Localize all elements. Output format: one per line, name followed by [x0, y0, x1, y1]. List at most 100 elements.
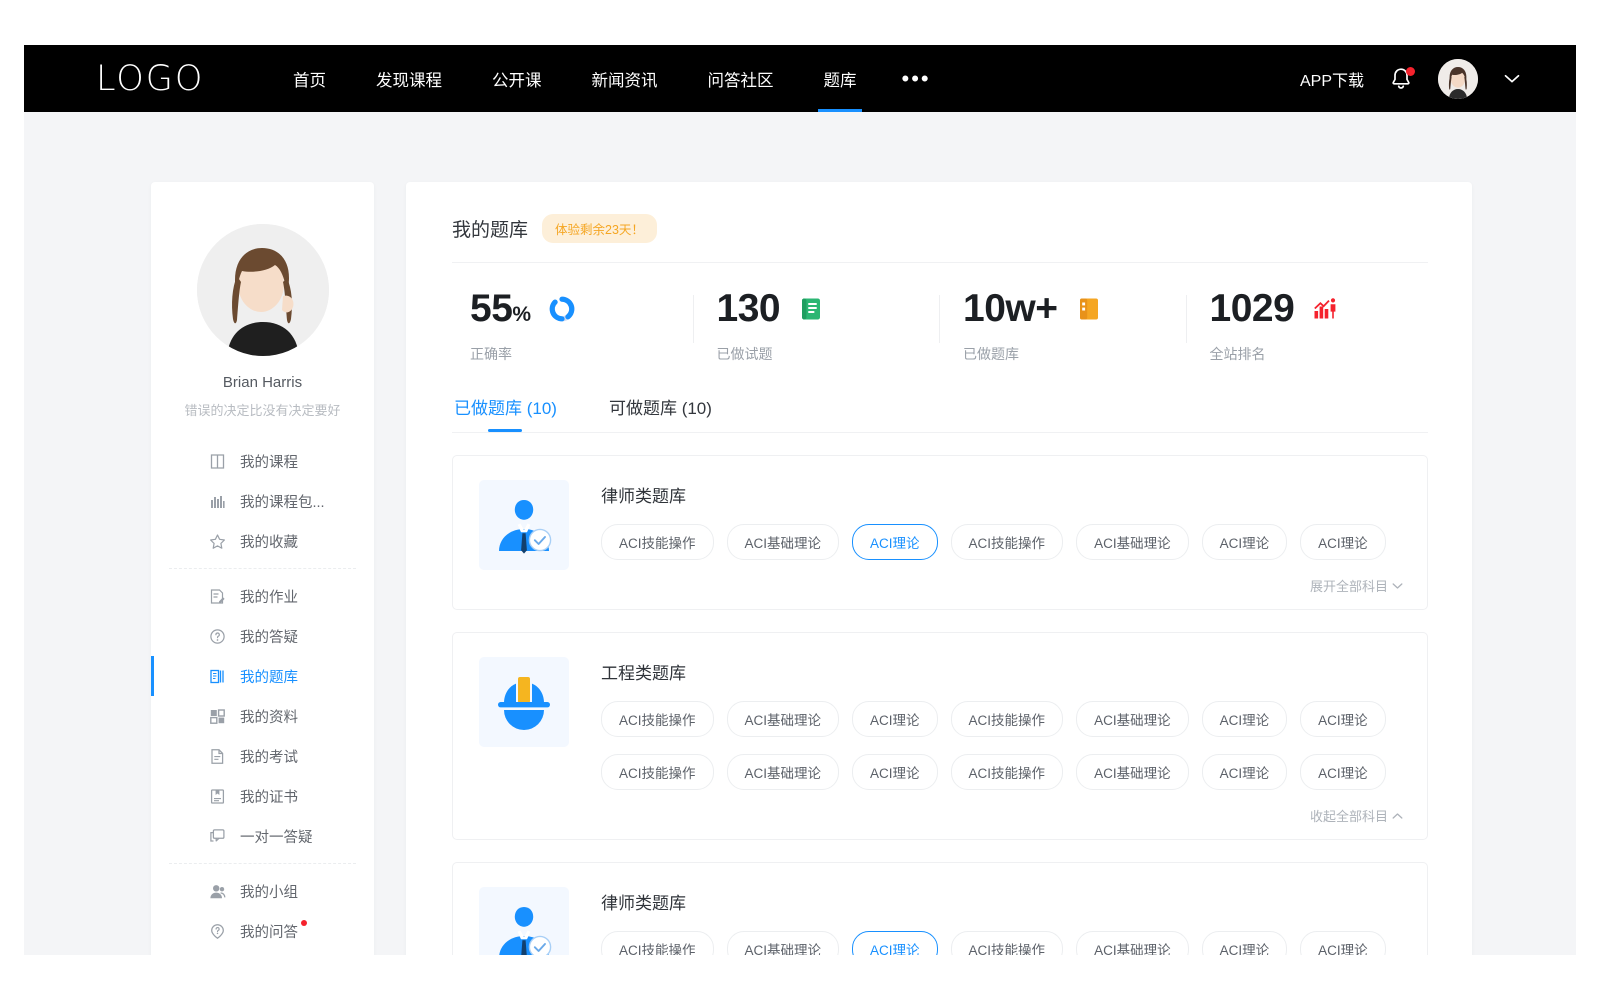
subject-tag[interactable]: ACI基础理论: [727, 524, 840, 560]
stat-label: 已做题库: [963, 344, 1186, 364]
sidebar-item-5[interactable]: 我的答疑: [151, 616, 374, 656]
body-area: Brian Harris 错误的决定比没有决定要好 我的课程我的课程包...我的…: [24, 112, 1576, 955]
qbank-title: 工程类题库: [601, 659, 1403, 684]
subject-tag[interactable]: ACI理论: [1202, 524, 1288, 560]
subject-tag[interactable]: ACI技能操作: [601, 701, 714, 737]
app-page: LOGO 首页 发现课程 公开课新闻资讯问答社区题库••• APP下载: [24, 45, 1576, 955]
profile-block: Brian Harris 错误的决定比没有决定要好: [151, 182, 374, 419]
sidebar-item-label: 我的题库: [240, 666, 298, 687]
qbank-thumbnail: [479, 887, 569, 955]
subject-tag[interactable]: ACI技能操作: [951, 524, 1064, 560]
stat-label: 正确率: [470, 344, 693, 364]
subject-tag[interactable]: ACI理论: [852, 524, 938, 560]
sidebar-item-7[interactable]: 我的资料: [151, 696, 374, 736]
notification-badge-dot: [1406, 67, 1415, 76]
profile-avatar[interactable]: [197, 224, 329, 356]
qbank-card[interactable]: 工程类题库 ACI技能操作 ACI基础理论 ACI理论 ACI技能操作 ACI基础理论 AC…: [452, 632, 1428, 840]
sidebar-item-13[interactable]: 我的笔记: [151, 951, 374, 955]
nav-item-1[interactable]: 首页: [268, 45, 351, 112]
subject-tag[interactable]: ACI技能操作: [601, 754, 714, 790]
tab-2[interactable]: 可做题库 (10): [609, 394, 712, 432]
profile-motto: 错误的决定比没有决定要好: [151, 400, 374, 419]
donut-chart-icon: [549, 296, 575, 322]
qbank-thumbnail: [479, 480, 569, 570]
subject-tag[interactable]: ACI技能操作: [601, 931, 714, 955]
subject-tag[interactable]: ACI技能操作: [951, 754, 1064, 790]
green-book-icon: [798, 296, 824, 322]
chevron-down-icon[interactable]: [1504, 74, 1520, 84]
nav-item-3[interactable]: 公开课: [467, 45, 567, 112]
subject-tag[interactable]: ACI理论: [1202, 701, 1288, 737]
subject-tag[interactable]: ACI理论: [852, 931, 938, 955]
subject-tag[interactable]: ACI理论: [1300, 931, 1386, 955]
rank-chart-icon: [1312, 296, 1338, 322]
lawyer-verified-icon: [491, 899, 557, 955]
sidebar-item-10[interactable]: 一对一答疑: [151, 816, 374, 856]
trial-status-badge: 体验剩余23天！: [542, 214, 657, 243]
stat-label: 全站排名: [1210, 344, 1433, 364]
sidebar-menu: 我的课程我的课程包...我的收藏我的作业我的答疑我的题库我的资料我的考试我的证书…: [151, 441, 374, 955]
sidebar-item-4[interactable]: 我的作业: [151, 576, 374, 616]
sidebar-item-12[interactable]: 我的问答: [151, 911, 374, 951]
qbank-card-body: 律师类题库ACI技能操作ACI基础理论ACI理论ACI技能操作ACI基础理论AC…: [601, 887, 1403, 955]
sidebar-divider: [169, 863, 356, 864]
sidebar-item-9[interactable]: 我的证书: [151, 776, 374, 816]
tab-1[interactable]: 已做题库 (10): [454, 394, 557, 432]
chevron-down-icon: [1392, 582, 1403, 590]
nav-item-6[interactable]: 题库: [799, 45, 882, 112]
expand-subjects-button[interactable]: 展开全部科目: [601, 576, 1403, 595]
sidebar-item-11[interactable]: 我的小组: [151, 871, 374, 911]
stat-value-row: 1029: [1210, 289, 1433, 328]
qbank-thumbnail: [479, 657, 569, 747]
sidebar-item-1[interactable]: 我的课程: [151, 441, 374, 481]
sidebar-item-6[interactable]: 我的题库: [151, 656, 374, 696]
nav-item-2[interactable]: 发现课程: [351, 45, 467, 112]
subject-tag[interactable]: ACI理论: [852, 754, 938, 790]
subject-tag[interactable]: ACI技能操作: [951, 701, 1064, 737]
subject-tag[interactable]: ACI理论: [1300, 701, 1386, 737]
subject-tag[interactable]: ACI理论: [852, 701, 938, 737]
stat-card-4: 1029 全站排名: [1186, 289, 1433, 364]
top-header: LOGO 首页 发现课程 公开课新闻资讯问答社区题库••• APP下载: [24, 45, 1576, 112]
subject-tag[interactable]: ACI基础理论: [1076, 524, 1189, 560]
sidebar-item-8[interactable]: 我的考试: [151, 736, 374, 776]
chat-icon: [209, 828, 226, 845]
subject-tag[interactable]: ACI基础理论: [727, 701, 840, 737]
qbank-card[interactable]: 律师类题库ACI技能操作ACI基础理论ACI理论ACI技能操作ACI基础理论AC…: [452, 455, 1428, 610]
subject-tag[interactable]: ACI理论: [1202, 931, 1288, 955]
question-icon: [209, 628, 226, 645]
page-title: 我的题库: [452, 215, 528, 242]
avatar[interactable]: [1438, 59, 1478, 99]
subject-tag[interactable]: ACI基础理论: [1076, 701, 1189, 737]
subject-tag[interactable]: ACI基础理论: [727, 931, 840, 955]
nav-item-label: 发现课程: [376, 67, 442, 91]
notification-bell-button[interactable]: [1390, 67, 1412, 91]
site-logo[interactable]: LOGO: [96, 59, 204, 99]
subject-tag[interactable]: ACI理论: [1300, 524, 1386, 560]
nav-item-4[interactable]: 新闻资讯: [567, 45, 683, 112]
stat-value: 10w+: [963, 289, 1058, 328]
stat-value: 130: [717, 289, 781, 328]
subject-tag[interactable]: ACI基础理论: [1076, 931, 1189, 955]
qbank-card[interactable]: 律师类题库ACI技能操作ACI基础理论ACI理论ACI技能操作ACI基础理论AC…: [452, 862, 1428, 955]
subject-tag[interactable]: ACI基础理论: [727, 754, 840, 790]
nav-more-button[interactable]: •••: [882, 45, 951, 112]
orange-book-icon: [1076, 296, 1102, 322]
nav-item-5[interactable]: 问答社区: [683, 45, 799, 112]
subject-tag[interactable]: ACI理论: [1202, 754, 1288, 790]
subject-tag[interactable]: ACI理论: [1300, 754, 1386, 790]
subject-tag[interactable]: ACI基础理论: [1076, 754, 1189, 790]
orange-book-icon: [1076, 296, 1102, 322]
sidebar-item-label: 我的小组: [240, 881, 298, 902]
subject-tag[interactable]: ACI技能操作: [601, 524, 714, 560]
stat-card-1: 55%正确率: [446, 289, 693, 364]
hardhat-icon: [491, 669, 557, 735]
expand-subjects-button[interactable]: 收起全部科目: [601, 806, 1403, 825]
sidebar-item-3[interactable]: 我的收藏: [151, 521, 374, 561]
sidebar-item-2[interactable]: 我的课程包...: [151, 481, 374, 521]
profile-photo-icon: [197, 224, 329, 356]
subject-tag[interactable]: ACI技能操作: [951, 931, 1064, 955]
app-download-link[interactable]: APP下载: [1300, 67, 1364, 91]
expand-subjects-label: 展开全部科目: [1310, 576, 1388, 595]
sidebar-item-label: 我的问答: [240, 921, 298, 942]
